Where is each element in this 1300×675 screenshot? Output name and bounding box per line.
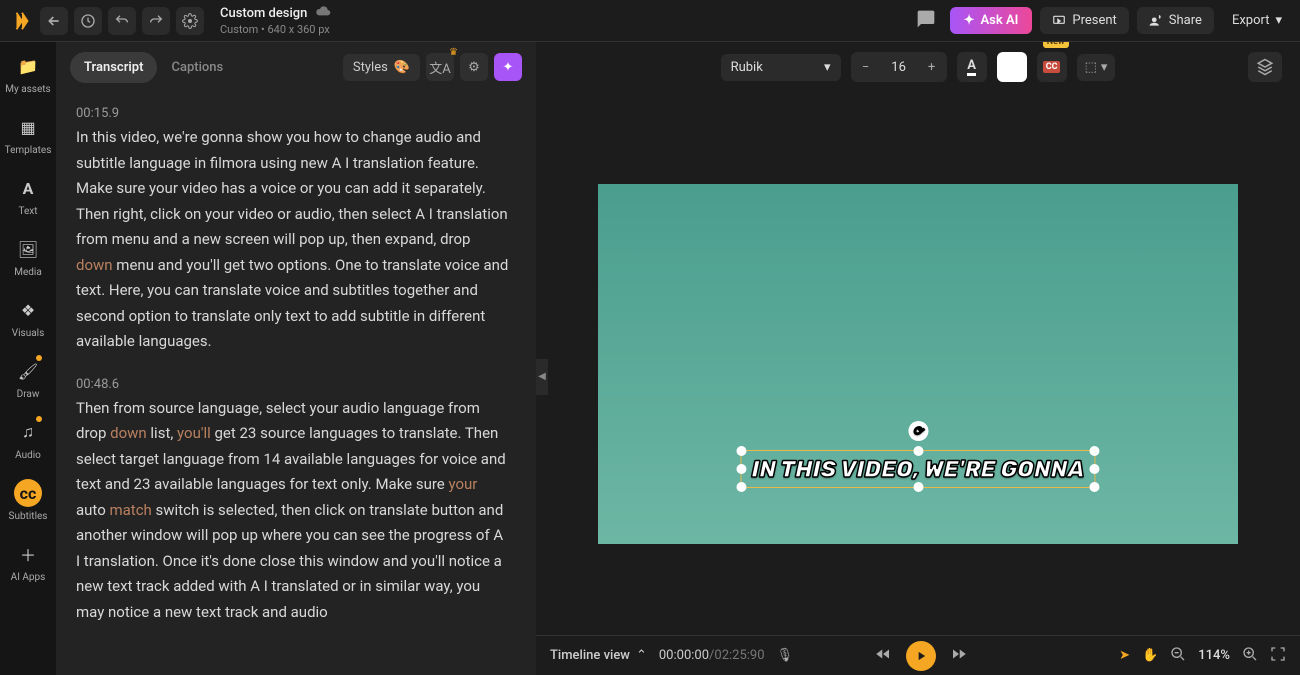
cc-box-icon: CC	[1043, 61, 1061, 73]
cc-icon: cc	[14, 479, 42, 507]
cursor-tool[interactable]: ➤	[1119, 648, 1130, 663]
translate-button[interactable]: 文A ♛	[426, 53, 454, 81]
badge-dot	[36, 355, 42, 361]
tab-transcript[interactable]: Transcript	[70, 52, 157, 83]
segment-text[interactable]: In this video, we're gonna show you how …	[76, 125, 510, 355]
layers-button[interactable]	[1248, 52, 1282, 82]
font-size-value[interactable]: 16	[879, 60, 919, 75]
export-button[interactable]: Export ▾	[1222, 7, 1292, 34]
resize-handle[interactable]	[736, 446, 746, 456]
grid-icon: ▦	[14, 113, 42, 141]
styles-button[interactable]: Styles 🎨	[343, 54, 420, 81]
history-button[interactable]	[74, 7, 102, 35]
text-color-button[interactable]: A	[957, 52, 987, 82]
background-color-swatch[interactable]	[997, 52, 1027, 82]
zoom-out-button[interactable]	[1170, 646, 1186, 666]
nav-text[interactable]: A Text	[4, 174, 52, 217]
resize-handle[interactable]	[736, 482, 746, 492]
zoom-level[interactable]: 114%	[1198, 648, 1230, 663]
design-dimensions: Custom • 640 x 360 px	[220, 23, 331, 36]
skip-back-button[interactable]	[874, 645, 892, 667]
undo-button[interactable]	[108, 7, 136, 35]
folder-icon: 📁	[14, 52, 42, 80]
back-button[interactable]	[40, 7, 68, 35]
skip-forward-button[interactable]	[950, 645, 968, 667]
design-title[interactable]: Custom design	[220, 6, 307, 22]
resize-handle[interactable]	[1090, 482, 1100, 492]
app-logo	[10, 9, 34, 33]
fullscreen-button[interactable]	[1270, 646, 1286, 666]
nav-audio[interactable]: ♫ Audio	[4, 418, 52, 461]
badge-dot	[36, 416, 42, 422]
gear-icon: ⚙	[468, 60, 480, 75]
segment-text[interactable]: Then from source language, select your a…	[76, 396, 510, 626]
play-button[interactable]	[906, 641, 936, 671]
plus-icon: ＋	[14, 540, 42, 568]
chevron-down-icon: ▾	[1101, 60, 1108, 75]
caption-text-element[interactable]: IN THIS VIDEO, WE'RE GONNA ⟳	[740, 450, 1095, 488]
resize-handle[interactable]	[736, 464, 746, 474]
resize-handle[interactable]	[913, 446, 923, 456]
transcript-segment[interactable]: 00:48.6 Then from source language, select…	[76, 377, 510, 626]
canvas-stage[interactable]: IN THIS VIDEO, WE'RE GONNA ⟳	[598, 184, 1238, 544]
resize-handle[interactable]	[1090, 446, 1100, 456]
align-icon: ⬚	[1085, 60, 1097, 75]
ai-sparkle-button[interactable]: ✦	[494, 53, 522, 81]
text-icon: A	[14, 174, 42, 202]
alignment-button[interactable]: ⬚ ▾	[1077, 54, 1116, 81]
cloud-sync-icon	[315, 5, 331, 24]
redo-button[interactable]	[142, 7, 170, 35]
new-badge: New	[1043, 42, 1069, 48]
resize-handle[interactable]	[913, 482, 923, 492]
settings-button[interactable]	[176, 7, 204, 35]
nav-subtitles[interactable]: cc Subtitles	[4, 479, 52, 522]
zoom-in-button[interactable]	[1242, 646, 1258, 666]
nav-visuals[interactable]: ❖ Visuals	[4, 296, 52, 339]
segment-timestamp: 00:48.6	[76, 377, 510, 392]
nav-media[interactable]: 🖼 Media	[4, 235, 52, 278]
tab-captions[interactable]: Captions	[157, 52, 237, 83]
chevron-down-icon: ▾	[1275, 13, 1282, 28]
shapes-icon: ❖	[14, 296, 42, 324]
palette-icon: 🎨	[394, 60, 410, 75]
share-button[interactable]: Share	[1137, 7, 1214, 34]
sparkle-icon: ✦	[964, 13, 975, 28]
nav-draw[interactable]: 🖌 Draw	[4, 357, 52, 400]
hand-tool[interactable]: ✋	[1142, 648, 1158, 663]
timecode: 00:00:00/02:25:90	[659, 648, 765, 663]
caption-style-button[interactable]: New CC	[1037, 52, 1067, 82]
segment-timestamp: 00:15.9	[76, 106, 510, 121]
brush-icon: 🖌	[14, 357, 42, 385]
ask-ai-button[interactable]: ✦ Ask AI	[950, 7, 1033, 34]
chevron-down-icon: ▾	[824, 60, 831, 75]
nav-templates[interactable]: ▦ Templates	[4, 113, 52, 156]
nav-my-assets[interactable]: 📁 My assets	[4, 52, 52, 95]
nav-ai-apps[interactable]: ＋ AI Apps	[4, 540, 52, 583]
music-icon: ♫	[14, 418, 42, 446]
chevron-up-icon: ⌃	[636, 648, 647, 663]
crown-icon: ♛	[449, 47, 458, 58]
resize-handle[interactable]	[1090, 464, 1100, 474]
font-size-increase[interactable]: +	[919, 54, 945, 80]
present-button[interactable]: Present	[1040, 7, 1128, 34]
sparkle-icon: ✦	[503, 60, 514, 75]
microphone-button[interactable]: 🎙	[777, 648, 794, 663]
timeline-view-toggle[interactable]: Timeline view ⌃	[550, 648, 647, 663]
transcript-segment[interactable]: 00:15.9 In this video, we're gonna show y…	[76, 106, 510, 355]
rotate-handle[interactable]: ⟳	[908, 421, 928, 441]
font-size-decrease[interactable]: −	[853, 54, 879, 80]
image-icon: 🖼	[14, 235, 42, 263]
translate-icon: 文A	[429, 58, 450, 77]
comments-button[interactable]	[910, 9, 942, 33]
font-family-select[interactable]: Rubik ▾	[721, 54, 841, 81]
transcript-settings-button[interactable]: ⚙	[460, 53, 488, 81]
